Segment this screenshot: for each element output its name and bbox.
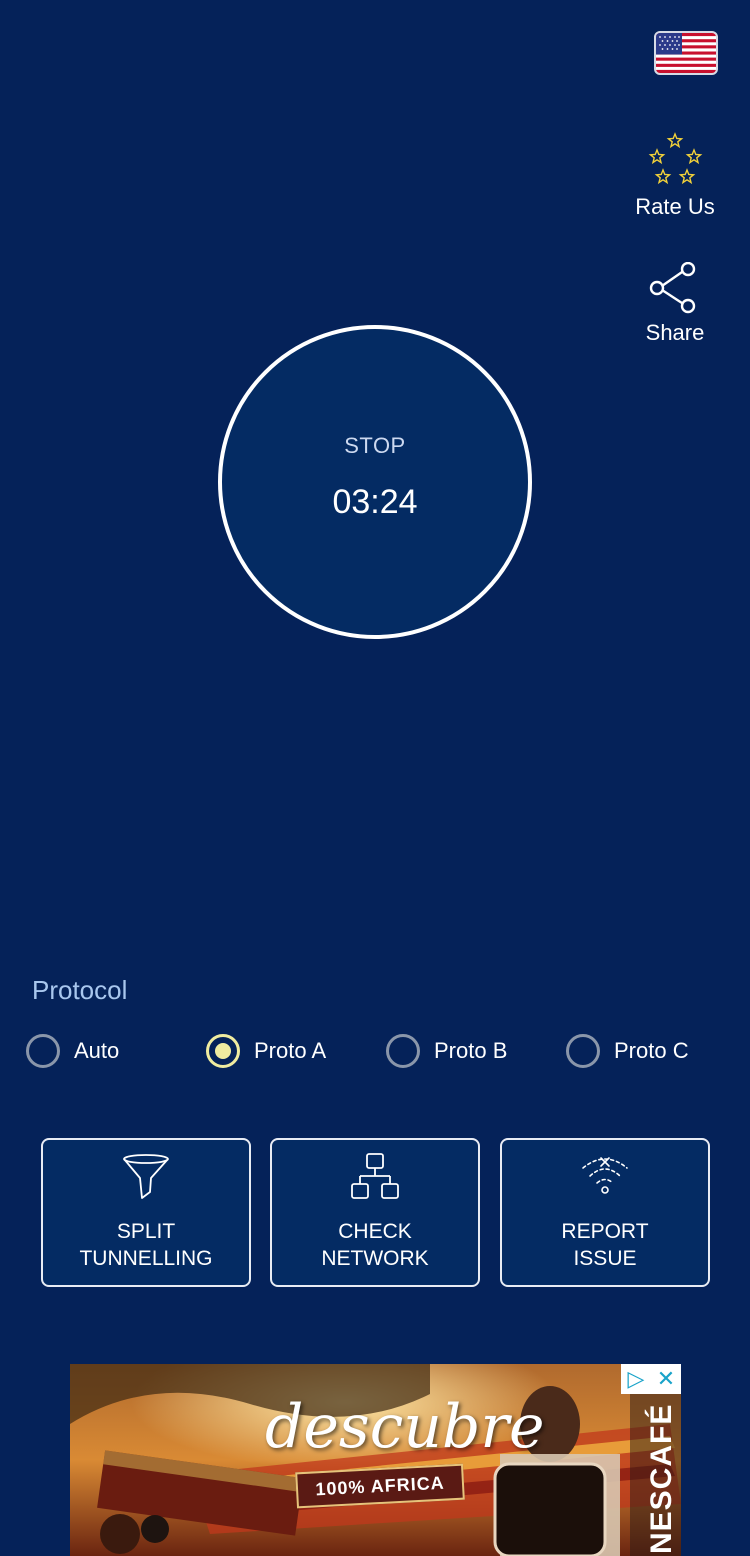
label-line-2: ISSUE	[573, 1247, 637, 1270]
radio-label: Auto	[74, 1038, 120, 1063]
report-issue-label: REPORT ISSUE	[561, 1218, 648, 1272]
check-network-label: CHECK NETWORK	[321, 1218, 428, 1272]
radio-button-selected[interactable]	[206, 1034, 240, 1068]
network-icon	[349, 1152, 401, 1202]
radio-button[interactable]	[26, 1034, 60, 1068]
protocol-option-proto-c[interactable]: Proto C	[566, 1030, 689, 1072]
rate-us-button[interactable]: Rate Us	[625, 132, 725, 220]
radio-label: Proto C	[614, 1038, 689, 1063]
ad-close-icon[interactable]: ✕	[651, 1364, 681, 1394]
protocol-radio-group: Auto Proto A Proto B Proto C	[26, 1030, 726, 1074]
adchoices-icon[interactable]: ▷	[621, 1364, 651, 1394]
label-line-1: REPORT	[561, 1220, 649, 1243]
connection-status-label: STOP	[344, 432, 406, 458]
us-flag-icon	[656, 33, 716, 73]
share-icon	[649, 262, 696, 314]
ad-brand-text: NESCAFÉ	[645, 1403, 678, 1554]
radio-label: Proto B	[434, 1038, 508, 1063]
country-flag-button[interactable]	[654, 31, 718, 75]
protocol-option-auto[interactable]: Auto	[26, 1030, 119, 1072]
funnel-icon	[120, 1152, 172, 1202]
stars-icon	[648, 132, 703, 185]
label-line-2: NETWORK	[321, 1247, 429, 1270]
radio-button[interactable]	[566, 1034, 600, 1068]
protocol-title: Protocol	[32, 975, 128, 1005]
protocol-option-proto-a[interactable]: Proto A	[206, 1030, 326, 1072]
radio-button[interactable]	[386, 1034, 420, 1068]
share-button[interactable]: Share	[625, 262, 725, 346]
label-line-1: SPLIT	[116, 1220, 176, 1243]
split-tunnelling-button[interactable]: SPLIT TUNNELLING	[41, 1138, 251, 1287]
label-line-1: CHECK	[338, 1220, 412, 1243]
rate-us-label: Rate Us	[635, 194, 715, 219]
ad-banner[interactable]: descubre 100% AFRICA NESCAFÉ ▷ ✕	[70, 1364, 681, 1556]
wifi-error-icon	[579, 1152, 631, 1202]
connection-toggle-button[interactable]: STOP 03:24	[218, 325, 532, 639]
ad-headline: descubre	[265, 1392, 545, 1462]
split-tunnelling-label: SPLIT TUNNELLING	[79, 1218, 212, 1272]
radio-label: Proto A	[254, 1038, 327, 1063]
connection-timer: 03:24	[332, 482, 418, 521]
share-label: Share	[645, 320, 705, 345]
report-issue-button[interactable]: REPORT ISSUE	[500, 1138, 710, 1287]
check-network-button[interactable]: CHECK NETWORK	[270, 1138, 480, 1287]
protocol-option-proto-b[interactable]: Proto B	[386, 1030, 507, 1072]
ad-controls: ▷ ✕	[621, 1364, 681, 1394]
label-line-2: TUNNELLING	[79, 1247, 213, 1270]
